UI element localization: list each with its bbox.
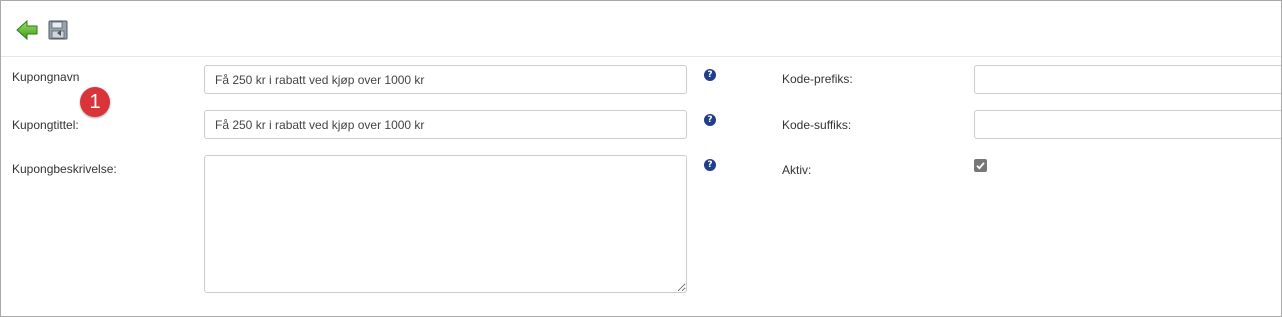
coupon-name-input[interactable] <box>204 65 687 94</box>
code-prefix-label: Kode-prefiks: <box>782 72 853 86</box>
coupon-editor-window: Kupongnavn ? Kode-prefiks: Kupongtittel:… <box>0 0 1282 317</box>
coupon-description-help-icon[interactable]: ? <box>704 159 716 171</box>
coupon-name-help-icon[interactable]: ? <box>704 69 716 81</box>
code-suffix-label: Kode-suffiks: <box>782 118 852 132</box>
coupon-title-label: Kupongtittel: <box>12 118 79 132</box>
back-arrow-icon[interactable] <box>15 18 39 42</box>
active-label: Aktiv: <box>782 163 812 177</box>
save-disk-icon[interactable] <box>46 18 70 42</box>
toolbar <box>1 1 1281 57</box>
code-prefix-input[interactable] <box>974 65 1281 94</box>
coupon-title-help-icon[interactable]: ? <box>704 114 716 126</box>
step-number-callout: 1 <box>80 87 110 117</box>
active-checkbox[interactable] <box>974 159 987 172</box>
coupon-title-input[interactable] <box>204 110 687 139</box>
coupon-name-label: Kupongnavn <box>12 70 80 84</box>
coupon-description-textarea[interactable] <box>204 155 687 293</box>
checkmark-icon <box>976 162 985 170</box>
code-suffix-input[interactable] <box>974 110 1281 139</box>
coupon-description-label: Kupongbeskrivelse: <box>12 162 117 176</box>
